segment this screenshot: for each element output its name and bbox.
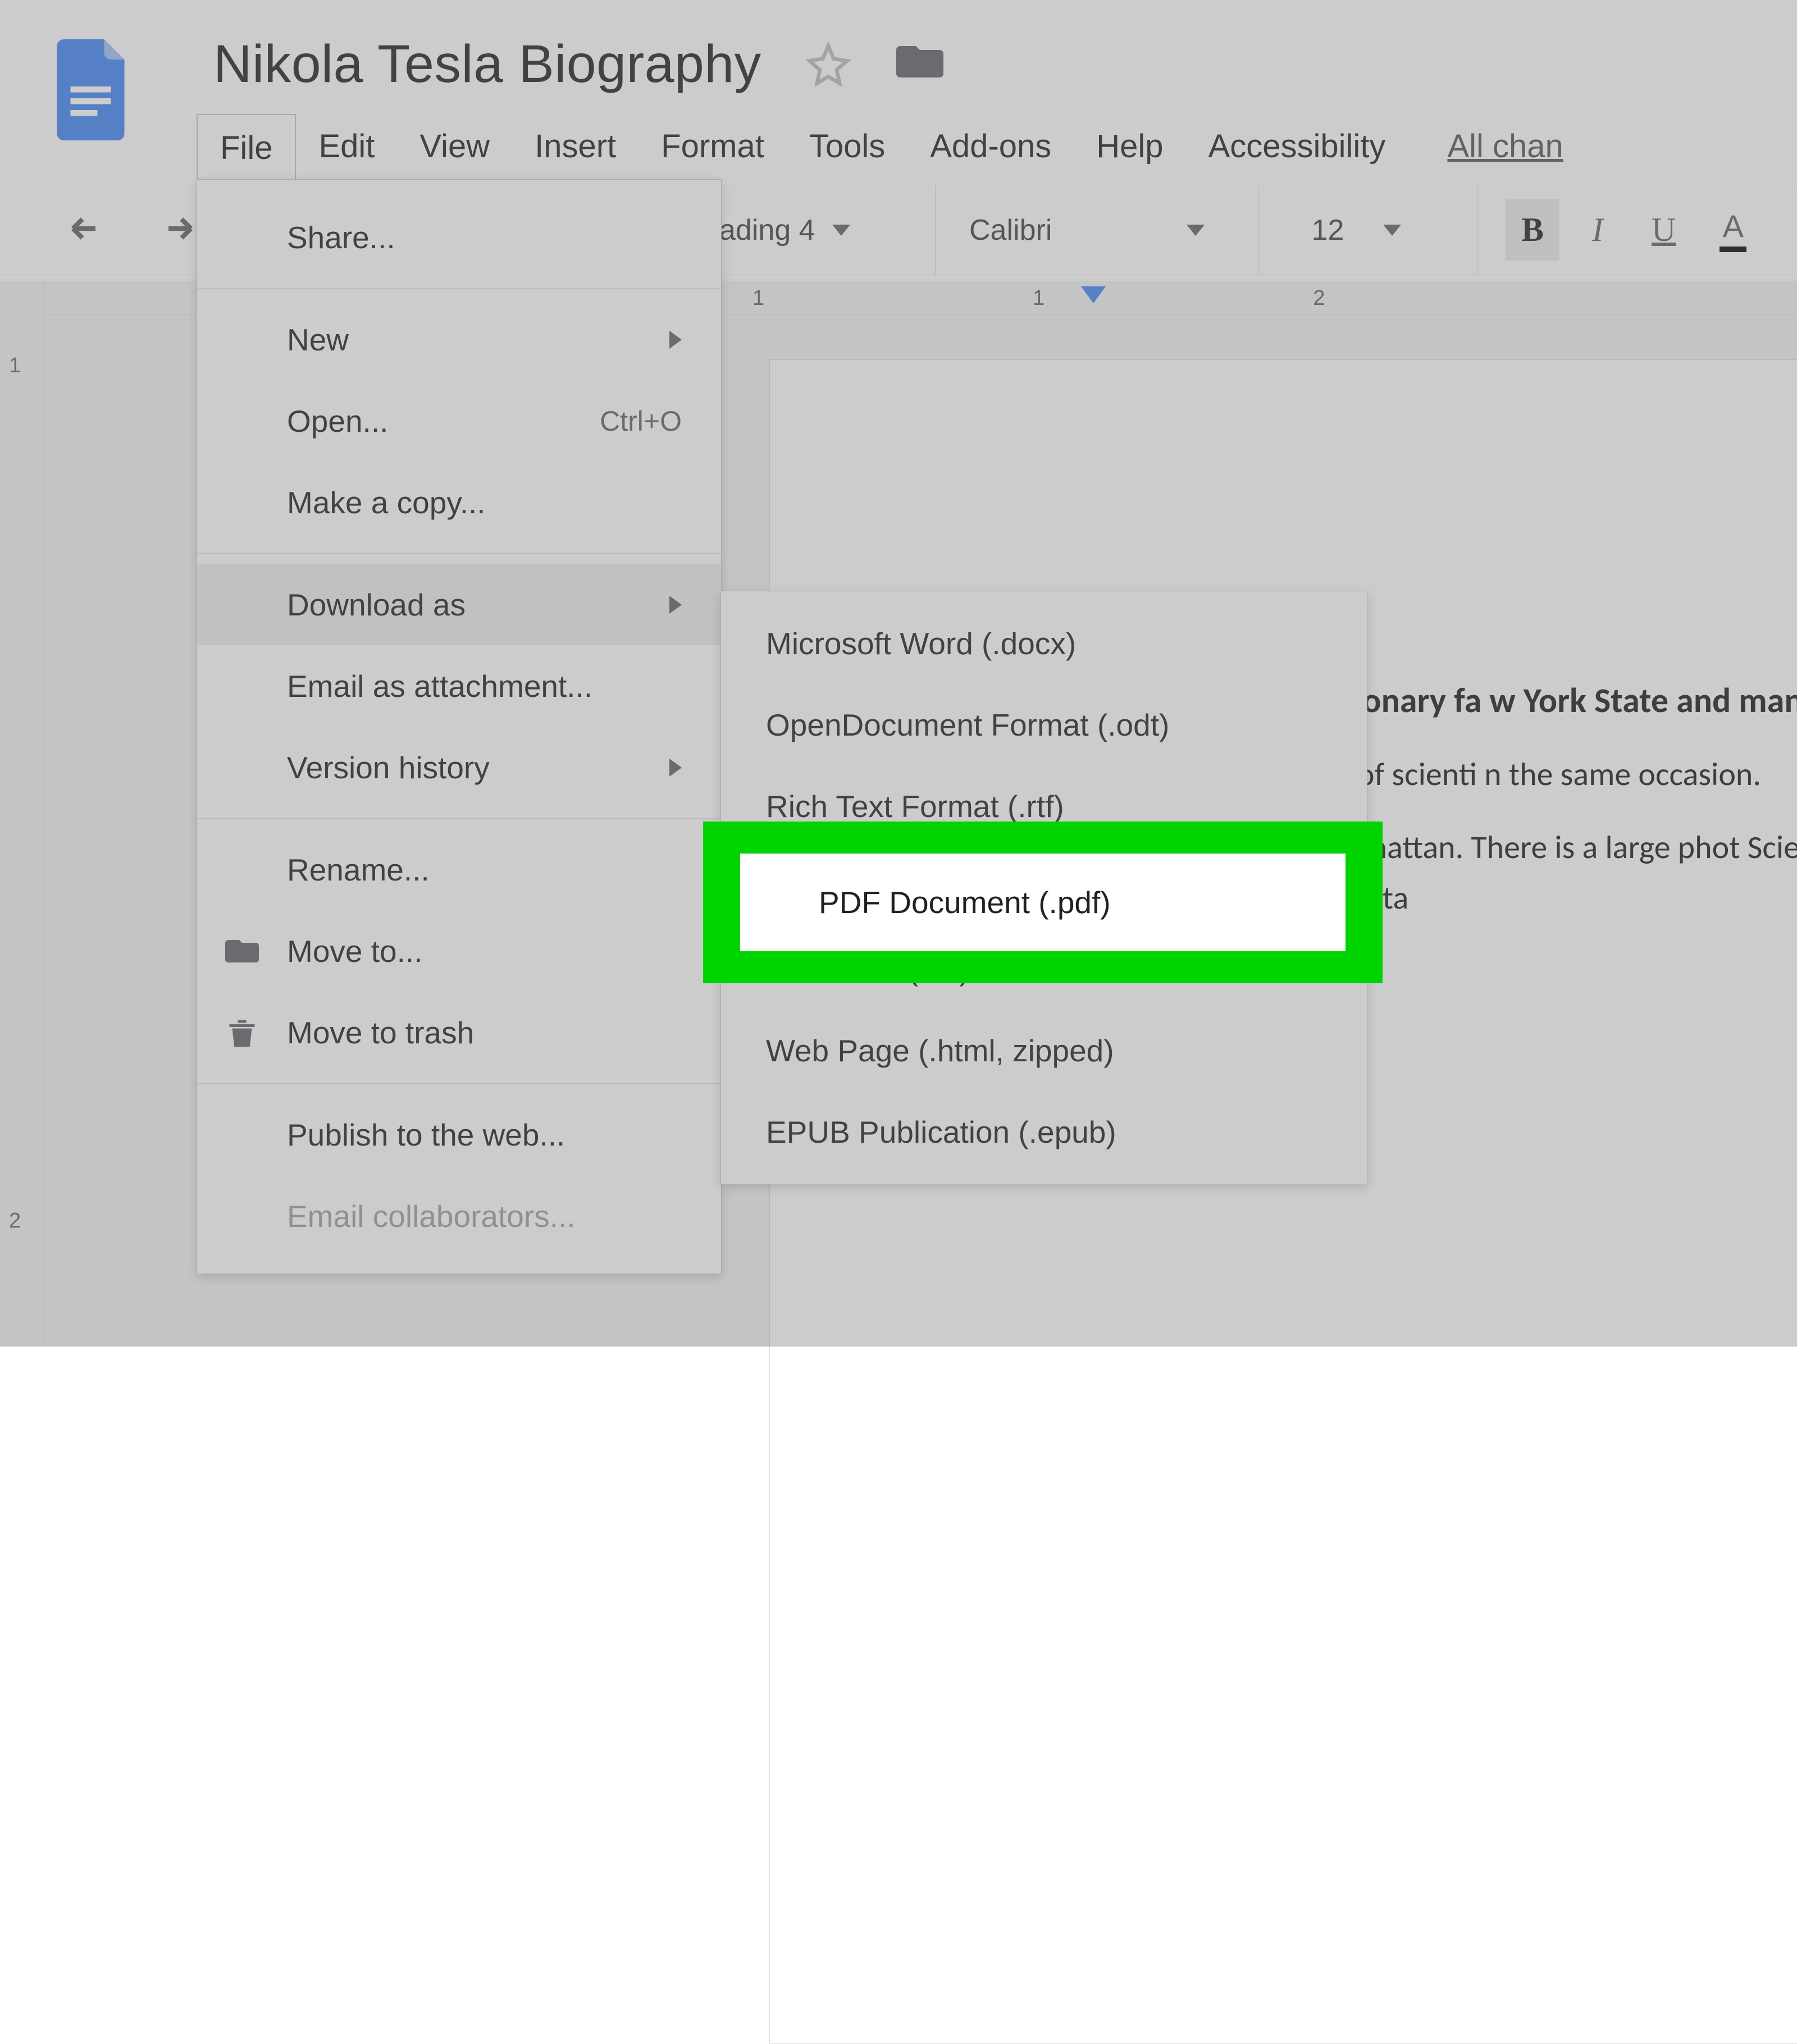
shortcut-label: Ctrl+O	[600, 405, 682, 437]
file-share[interactable]: Share...	[197, 197, 721, 278]
file-menu-dropdown: Share... New Open... Ctrl+O Make a copy.…	[197, 179, 722, 1274]
menu-addons[interactable]: Add-ons	[907, 113, 1074, 179]
file-open[interactable]: Open... Ctrl+O	[197, 380, 721, 462]
redo-button[interactable]	[152, 212, 197, 248]
text-color-button[interactable]: A	[1708, 202, 1758, 258]
font-family-select[interactable]: Calibri	[935, 185, 1238, 275]
trash-icon	[225, 1016, 259, 1050]
caret-down-icon	[1383, 225, 1401, 236]
folder-icon	[225, 934, 259, 968]
menu-separator	[197, 1083, 721, 1084]
indent-marker-icon[interactable]	[1081, 286, 1106, 303]
menu-changes-link[interactable]: All chan	[1425, 113, 1585, 179]
menubar: File Edit View Insert Format Tools Add-o…	[197, 112, 1797, 180]
download-epub[interactable]: EPUB Publication (.epub)	[721, 1091, 1367, 1172]
file-make-copy[interactable]: Make a copy...	[197, 462, 721, 543]
menu-separator	[197, 818, 721, 819]
submenu-arrow-icon	[669, 759, 682, 777]
caret-down-icon	[1187, 225, 1205, 236]
text-format-group: B I U A	[1477, 185, 1758, 275]
caret-down-icon	[832, 225, 850, 236]
submenu-arrow-icon	[669, 596, 682, 614]
file-rename[interactable]: Rename...	[197, 829, 721, 910]
menu-insert[interactable]: Insert	[512, 113, 638, 179]
menu-accessibility[interactable]: Accessibility	[1186, 113, 1408, 179]
download-html[interactable]: Web Page (.html, zipped)	[721, 1010, 1367, 1091]
download-pdf-highlighted[interactable]: PDF Document (.pdf)	[740, 854, 1346, 951]
text-color-swatch	[1720, 247, 1746, 252]
file-email-attachment[interactable]: Email as attachment...	[197, 645, 721, 727]
star-icon[interactable]	[806, 42, 851, 87]
italic-button[interactable]: I	[1576, 199, 1619, 261]
menu-help[interactable]: Help	[1074, 113, 1185, 179]
font-size-label: 12	[1312, 213, 1344, 247]
menu-file[interactable]: File	[197, 114, 296, 181]
submenu-arrow-icon	[669, 331, 682, 349]
menu-separator	[197, 288, 721, 289]
underline-button[interactable]: U	[1636, 199, 1691, 261]
undo-button[interactable]	[67, 212, 112, 248]
file-move-to[interactable]: Move to...	[197, 910, 721, 992]
paragraph-style-label: ading 4	[719, 213, 815, 247]
vertical-ruler[interactable]: 1 2	[0, 281, 45, 1347]
menu-format[interactable]: Format	[638, 113, 787, 179]
download-docx[interactable]: Microsoft Word (.docx)	[721, 603, 1367, 684]
font-family-label: Calibri	[969, 213, 1052, 247]
file-move-to-trash[interactable]: Move to trash	[197, 992, 721, 1073]
file-download-as[interactable]: Download as	[197, 564, 721, 645]
file-publish[interactable]: Publish to the web...	[197, 1094, 721, 1175]
menu-edit[interactable]: Edit	[296, 113, 397, 179]
file-version-history[interactable]: Version history	[197, 727, 721, 808]
document-title[interactable]: Nikola Tesla Biography	[213, 34, 761, 95]
file-new[interactable]: New	[197, 299, 721, 380]
folder-move-icon[interactable]	[896, 42, 944, 81]
file-email-collaborators: Email collaborators...	[197, 1175, 721, 1257]
bold-button[interactable]: B	[1506, 199, 1559, 261]
menu-separator	[197, 553, 721, 554]
menu-view[interactable]: View	[397, 113, 512, 179]
menu-tools[interactable]: Tools	[787, 113, 907, 179]
header-bar: Nikola Tesla Biography File Edit View In…	[0, 0, 1797, 185]
download-odt[interactable]: OpenDocument Format (.odt)	[721, 684, 1367, 765]
google-docs-icon	[56, 39, 132, 140]
font-size-select[interactable]: 12	[1258, 185, 1454, 275]
